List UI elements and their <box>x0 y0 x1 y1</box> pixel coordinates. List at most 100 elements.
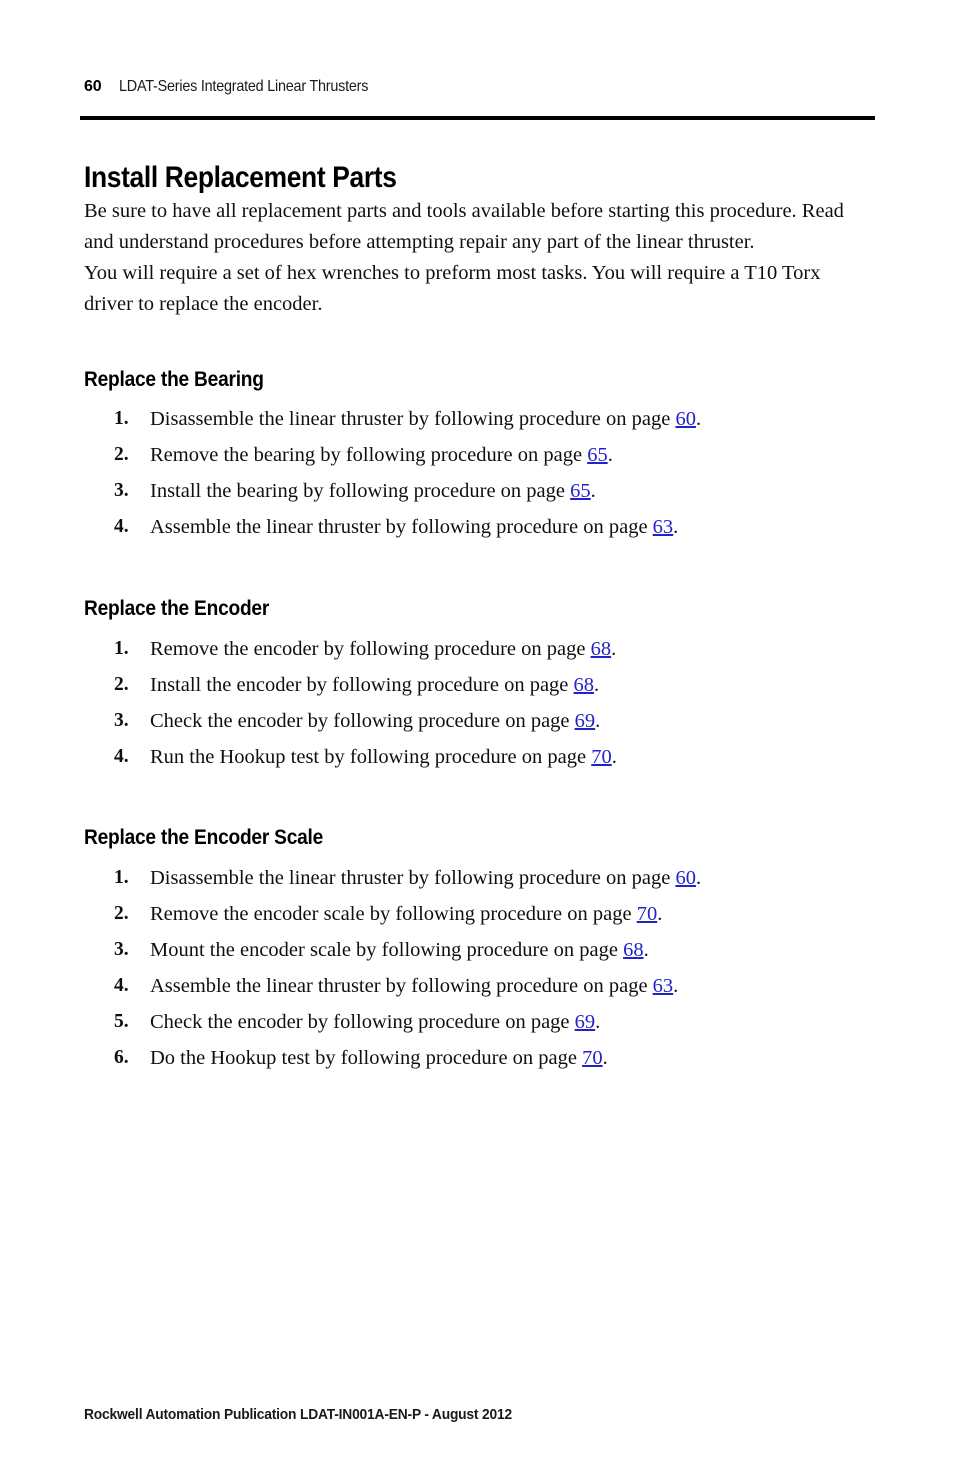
intro-paragraph-1-container: Be sure to have all replacement parts an… <box>84 196 870 258</box>
page-reference-link[interactable]: 70 <box>582 1047 603 1069</box>
list-item-tail-text: . <box>643 939 649 961</box>
page-reference-link[interactable]: 60 <box>675 408 696 430</box>
list-item-text: Remove the encoder by following procedur… <box>150 638 616 660</box>
procedure-list-item: 3. Check the encoder by following procedu… <box>114 707 874 743</box>
page-reference-link[interactable]: 70 <box>637 903 658 925</box>
list-item-tail-text: . <box>673 516 679 538</box>
procedure-list-replace-the-encoder-scale: 1. Disassemble the linear thruster by fol… <box>114 864 874 1080</box>
list-item-number: 3. <box>114 710 129 731</box>
procedure-list-item: 4. Assemble the linear thruster by follow… <box>114 513 874 549</box>
running-header: 60 LDAT-Series Integrated Linear Thruste… <box>84 78 876 96</box>
page-reference-link[interactable]: 69 <box>575 710 596 732</box>
procedure-list-item: 2. Remove the encoder scale by following … <box>114 900 874 936</box>
procedure-list-item: 4. Run the Hookup test by following proce… <box>114 743 874 779</box>
list-item-text: Remove the bearing by following procedur… <box>150 444 613 466</box>
page-reference-link[interactable]: 68 <box>574 674 595 696</box>
list-item-number: 3. <box>114 939 129 960</box>
page-reference-link[interactable]: 63 <box>653 516 674 538</box>
list-item-text: Mount the encoder scale by following pro… <box>150 939 649 961</box>
list-item-tail-text: . <box>595 1011 601 1033</box>
header-divider-rule <box>80 116 875 120</box>
list-item-lead-text: Assemble the linear thruster by followin… <box>150 516 653 538</box>
procedure-list-replace-the-encoder: 1. Remove the encoder by following proced… <box>114 635 874 779</box>
list-item-text: Remove the encoder scale by following pr… <box>150 903 662 925</box>
intro-paragraph-1: Be sure to have all replacement parts an… <box>84 200 844 253</box>
page-reference-link[interactable]: 65 <box>587 444 608 466</box>
chapter-title: Install Replacement Parts <box>84 161 397 195</box>
list-item-number: 3. <box>114 480 129 501</box>
page-footer: Rockwell Automation Publication LDAT-IN0… <box>84 1406 512 1423</box>
list-item-text: Check the encoder by following procedure… <box>150 710 600 732</box>
list-item-lead-text: Run the Hookup test by following procedu… <box>150 746 592 768</box>
list-item-number: 2. <box>114 444 129 465</box>
list-item-number: 2. <box>114 903 129 924</box>
section-heading-replace-the-bearing: Replace the Bearing <box>84 366 264 391</box>
page-reference-link[interactable]: 60 <box>675 867 696 889</box>
list-item-number: 4. <box>114 975 129 996</box>
list-item-text: Assemble the linear thruster by followin… <box>150 975 678 997</box>
list-item-lead-text: Disassemble the linear thruster by follo… <box>150 408 676 430</box>
list-item-lead-text: Install the encoder by following procedu… <box>150 674 574 696</box>
intro-paragraph-2: You will require a set of hex wrenches t… <box>84 262 821 315</box>
list-item-tail-text: . <box>657 903 663 925</box>
list-item-lead-text: Check the encoder by following procedure… <box>150 710 575 732</box>
procedure-list-item: 1. Disassemble the linear thruster by fol… <box>114 405 874 441</box>
list-item-number: 1. <box>114 408 129 429</box>
list-item-text: Disassemble the linear thruster by follo… <box>150 867 701 889</box>
list-item-lead-text: Remove the encoder by following procedur… <box>150 638 591 660</box>
page-number: 60 <box>84 78 102 95</box>
list-item-lead-text: Check the encoder by following procedure… <box>150 1011 575 1033</box>
page-reference-link[interactable]: 68 <box>591 638 612 660</box>
list-item-tail-text: . <box>695 867 702 889</box>
list-item-number: 4. <box>114 516 129 537</box>
list-item-lead-text: Assemble the linear thruster by followin… <box>150 975 653 997</box>
list-item-tail-text: . <box>602 1047 608 1069</box>
procedure-list-replace-the-bearing: 1. Disassemble the linear thruster by fol… <box>114 405 874 549</box>
intro-paragraph-2-container: You will require a set of hex wrenches t… <box>84 258 870 320</box>
page-reference-link[interactable]: 69 <box>575 1011 596 1033</box>
list-item-tail-text: . <box>607 444 613 466</box>
list-item-tail-text: . <box>590 480 596 502</box>
list-item-tail-text: . <box>611 638 617 660</box>
list-item-tail-text: . <box>595 710 601 732</box>
list-item-tail-text: . <box>611 746 617 768</box>
procedure-list-item: 6. Do the Hookup test by following proced… <box>114 1044 874 1080</box>
procedure-list-item: 4. Assemble the linear thruster by follow… <box>114 972 874 1008</box>
list-item-tail-text: . <box>594 674 600 696</box>
procedure-list-item: 5. Check the encoder by following procedu… <box>114 1008 874 1044</box>
list-item-text: Check the encoder by following procedure… <box>150 1011 600 1033</box>
procedure-list-item: 3. Mount the encoder scale by following p… <box>114 936 874 972</box>
list-item-number: 6. <box>114 1047 129 1068</box>
list-item-tail-text: . <box>673 975 679 997</box>
list-item-text: Disassemble the linear thruster by follo… <box>150 408 701 430</box>
procedure-list-item: 1. Disassemble the linear thruster by fol… <box>114 864 874 900</box>
procedure-list-item: 2. Remove the bearing by following proced… <box>114 441 874 477</box>
document-page: 60 LDAT-Series Integrated Linear Thruste… <box>0 0 954 1475</box>
list-item-text: Install the bearing by following procedu… <box>150 480 596 502</box>
page-reference-link[interactable]: 63 <box>653 975 674 997</box>
list-item-number: 1. <box>114 638 129 659</box>
header-document-title: LDAT-Series Integrated Linear Thrusters <box>119 78 369 95</box>
section-heading-replace-the-encoder-scale: Replace the Encoder Scale <box>84 824 324 849</box>
list-item-lead-text: Mount the encoder scale by following pro… <box>150 939 624 961</box>
page-reference-link[interactable]: 68 <box>623 939 644 961</box>
list-item-number: 2. <box>114 674 129 695</box>
page-reference-link[interactable]: 70 <box>591 746 612 768</box>
page-reference-link[interactable]: 65 <box>570 480 591 502</box>
procedure-list-item: 3. Install the bearing by following proce… <box>114 477 874 513</box>
procedure-list-item: 1. Remove the encoder by following proced… <box>114 635 874 671</box>
list-item-text: Run the Hookup test by following procedu… <box>150 746 617 768</box>
list-item-lead-text: Do the Hookup test by following procedur… <box>150 1047 583 1069</box>
list-item-lead-text: Remove the encoder scale by following pr… <box>150 903 637 925</box>
list-item-number: 1. <box>114 867 129 888</box>
list-item-lead-text: Install the bearing by following procedu… <box>150 480 571 502</box>
list-item-number: 5. <box>114 1011 129 1032</box>
list-item-text: Install the encoder by following procedu… <box>150 674 599 696</box>
list-item-tail-text: . <box>695 408 702 430</box>
list-item-number: 4. <box>114 746 129 767</box>
list-item-lead-text: Disassemble the linear thruster by follo… <box>150 867 676 889</box>
list-item-text: Do the Hookup test by following procedur… <box>150 1047 608 1069</box>
section-heading-replace-the-encoder: Replace the Encoder <box>84 595 270 620</box>
procedure-list-item: 2. Install the encoder by following proce… <box>114 671 874 707</box>
list-item-lead-text: Remove the bearing by following procedur… <box>150 444 588 466</box>
